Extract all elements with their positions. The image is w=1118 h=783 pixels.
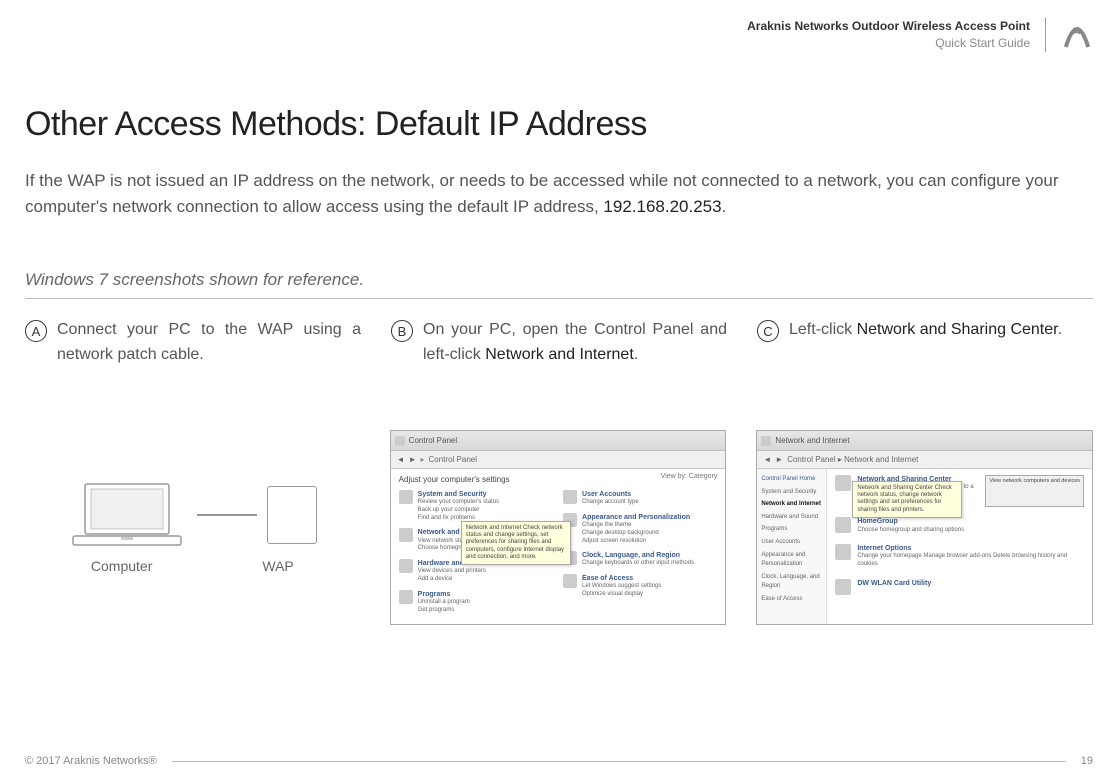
sidebar-item: Appearance and Personalization [761, 551, 822, 570]
diagrams-row: Computer WAP Control Panel ◄ ► ▸ Control… [25, 430, 1093, 625]
item-homegroup: HomeGroupChoose homegroup and sharing op… [835, 517, 1084, 534]
screenshot-control-panel: Control Panel ◄ ► ▸ Control Panel Adjust… [390, 430, 727, 625]
sidebar-item-active: Network and Internet [761, 500, 822, 510]
homegroup-icon [835, 517, 851, 533]
category-col-right: User AccountsChange account type Appeara… [563, 490, 717, 621]
breadcrumb-arrow: ▸ [421, 455, 425, 464]
sidebar-item: System and Security [761, 488, 822, 498]
header-doc-type: Quick Start Guide [747, 35, 1030, 52]
computer-label: Computer [91, 558, 152, 574]
cat-clock-language: Clock, Language, and RegionChange keyboa… [563, 551, 717, 568]
view-by-label: View by: Category [661, 473, 718, 480]
nav-fwd-icon: ► [775, 455, 783, 464]
step-c: C Left-click Network and Sharing Center. [757, 318, 1093, 368]
sidebar-item: Hardware and Sound [761, 513, 822, 523]
araknis-logo-icon [1061, 19, 1093, 51]
step-c-bold: Network and Sharing Center [857, 321, 1058, 338]
step-c-letter: C [757, 320, 779, 342]
default-ip-address: 192.168.20.253 [603, 197, 721, 216]
window-title: Network and Internet [775, 436, 849, 445]
view-devices-button: View network computers and devices [985, 475, 1084, 507]
intro-text-part2: . [722, 197, 727, 216]
internet-options-icon [835, 544, 851, 560]
window-body: Adjust your computer's settings View by:… [391, 469, 726, 624]
printer-icon [399, 559, 413, 573]
step-b-bold: Network and Internet [485, 346, 634, 363]
user-icon [563, 490, 577, 504]
footer-divider [172, 761, 1066, 762]
shield-icon [399, 490, 413, 504]
cat-system-security: System and SecurityReview your computer'… [399, 490, 553, 522]
window-icon [761, 436, 771, 446]
document-header: Araknis Networks Outdoor Wireless Access… [747, 18, 1093, 52]
step-c-pre: Left-click [789, 321, 857, 338]
step-a-letter: A [25, 320, 47, 342]
window-titlebar: Network and Internet [757, 431, 1092, 451]
cat-user-accounts: User AccountsChange account type [563, 490, 717, 507]
cat-programs: ProgramsUninstall a program Get programs [399, 590, 553, 615]
diagram-a-labels: Computer WAP [91, 558, 294, 574]
nav-fwd-icon: ► [409, 455, 417, 464]
item-wlan-utility: DW WLAN Card Utility [835, 579, 1084, 595]
nav-back-icon: ◄ [763, 455, 771, 464]
nav-back-icon: ◄ [397, 455, 405, 464]
network-internet-tooltip: Network and Internet Check network statu… [461, 521, 571, 565]
control-panel-sidebar: Control Panel Home System and Security N… [757, 469, 827, 624]
intro-paragraph: If the WAP is not issued an IP address o… [25, 168, 1093, 221]
step-a: A Connect your PC to the WAP using a net… [25, 318, 361, 368]
breadcrumb-text: Control Panel ▸ Network and Internet [787, 455, 918, 464]
page-footer: © 2017 Araknis Networks® 19 [25, 755, 1093, 767]
step-a-text: Connect your PC to the WAP using a netwo… [57, 318, 361, 368]
control-panel-content: Adjust your computer's settings View by:… [391, 469, 726, 624]
wap-label: WAP [262, 558, 293, 574]
window-title: Control Panel [409, 436, 457, 445]
page-title: Other Access Methods: Default IP Address [25, 105, 647, 144]
network-internet-content: Network and Sharing CenterView network s… [827, 469, 1092, 624]
step-c-post: . [1058, 321, 1062, 338]
header-product-name: Araknis Networks Outdoor Wireless Access… [747, 18, 1030, 35]
sidebar-item: Programs [761, 525, 822, 535]
diagram-a-inner [67, 480, 317, 550]
access-icon [563, 574, 577, 588]
wlan-icon [835, 579, 851, 595]
page-number: 19 [1081, 755, 1093, 767]
item-internet-options: Internet OptionsChange your homepage Man… [835, 544, 1084, 569]
intro-text-part1: If the WAP is not issued an IP address o… [25, 171, 1059, 216]
step-b-text: On your PC, open the Control Panel and l… [423, 318, 727, 368]
window-icon [395, 436, 405, 446]
wap-icon [267, 486, 317, 544]
sidebar-item: Clock, Language, and Region [761, 573, 822, 592]
cable-icon [197, 514, 257, 516]
cat-ease-access: Ease of AccessLet Windows suggest settin… [563, 574, 717, 599]
steps-row: A Connect your PC to the WAP using a net… [25, 318, 1093, 368]
network-icon [835, 475, 851, 491]
window-titlebar: Control Panel [391, 431, 726, 451]
cat-appearance: Appearance and PersonalizationChange the… [563, 513, 717, 545]
sidebar-item: Ease of Access [761, 595, 822, 605]
window-addressbar: ◄ ► ▸ Control Panel [391, 451, 726, 469]
programs-icon [399, 590, 413, 604]
screenshots-caption: Windows 7 screenshots shown for referenc… [25, 270, 1093, 299]
copyright-text: © 2017 Araknis Networks® [25, 755, 157, 767]
screenshot-network-internet: Network and Internet ◄ ► Control Panel ▸… [756, 430, 1093, 625]
sidebar-home: Control Panel Home [761, 475, 822, 485]
step-b: B On your PC, open the Control Panel and… [391, 318, 727, 368]
window-addressbar: ◄ ► Control Panel ▸ Network and Internet [757, 451, 1092, 469]
window-body: Control Panel Home System and Security N… [757, 469, 1092, 624]
network-sharing-tooltip: Network and Sharing Center Check network… [852, 481, 962, 518]
step-c-text: Left-click Network and Sharing Center. [789, 318, 1062, 368]
diagram-a: Computer WAP [25, 430, 360, 574]
breadcrumb-text: Control Panel [429, 455, 477, 464]
step-b-letter: B [391, 320, 413, 342]
header-text: Araknis Networks Outdoor Wireless Access… [747, 18, 1046, 52]
computer-icon [67, 480, 187, 550]
globe-icon [399, 528, 413, 542]
sidebar-item: User Accounts [761, 538, 822, 548]
step-b-post: . [634, 346, 638, 363]
